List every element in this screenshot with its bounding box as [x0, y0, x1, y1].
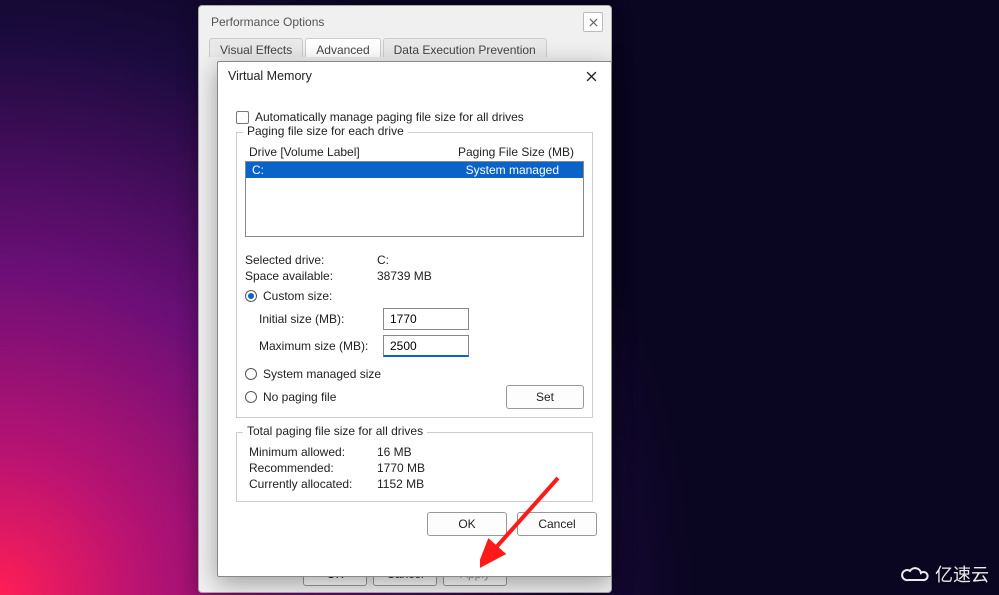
tab-visual-effects[interactable]: Visual Effects: [209, 38, 303, 57]
parent-titlebar: Performance Options: [199, 6, 611, 38]
auto-manage-checkbox[interactable]: [236, 111, 249, 124]
no-paging-radio[interactable]: [245, 391, 257, 403]
system-managed-radio[interactable]: [245, 368, 257, 380]
dialog-titlebar: Virtual Memory: [218, 62, 611, 90]
drive-row[interactable]: C: System managed: [246, 162, 583, 178]
drives-legend: Paging file size for each drive: [243, 124, 408, 138]
selected-drive-label: Selected drive:: [245, 253, 377, 267]
parent-title: Performance Options: [211, 15, 324, 29]
drives-groupbox: Paging file size for each drive Drive [V…: [236, 132, 593, 418]
virtual-memory-dialog: Virtual Memory Automatically manage pagi…: [217, 61, 612, 577]
recommended-label: Recommended:: [245, 461, 377, 475]
auto-manage-label: Automatically manage paging file size fo…: [255, 110, 524, 124]
parent-tabs: Visual Effects Advanced Data Execution P…: [199, 38, 611, 57]
no-paging-label: No paging file: [263, 390, 336, 404]
initial-size-label: Initial size (MB):: [259, 312, 373, 326]
dialog-body: Automatically manage paging file size fo…: [218, 90, 611, 502]
drive-list[interactable]: C: System managed: [245, 161, 584, 237]
maximum-size-label: Maximum size (MB):: [259, 339, 373, 353]
recommended-value: 1770 MB: [377, 461, 425, 475]
currently-allocated-value: 1152 MB: [377, 477, 424, 491]
watermark-text: 亿速云: [935, 561, 989, 587]
space-available-row: Space available: 38739 MB: [245, 269, 584, 283]
initial-size-input[interactable]: [383, 308, 469, 330]
system-managed-option[interactable]: System managed size: [245, 367, 584, 381]
drive-size: System managed: [432, 163, 577, 177]
currently-allocated-label: Currently allocated:: [245, 477, 377, 491]
selected-drive-row: Selected drive: C:: [245, 253, 584, 267]
cloud-icon: [899, 563, 929, 585]
custom-size-option[interactable]: Custom size:: [245, 289, 584, 303]
parent-close-button[interactable]: [583, 12, 603, 32]
header-size: Paging File Size (MB): [429, 145, 580, 159]
maximum-size-input[interactable]: [383, 335, 469, 357]
ok-button[interactable]: OK: [427, 512, 507, 536]
maximum-size-row: Maximum size (MB):: [259, 335, 584, 357]
dialog-close-button[interactable]: [577, 66, 605, 86]
header-drive: Drive [Volume Label]: [249, 145, 429, 159]
desktop-background: Performance Options Visual Effects Advan…: [0, 0, 999, 595]
tab-data-execution-prevention[interactable]: Data Execution Prevention: [383, 38, 547, 57]
tab-advanced[interactable]: Advanced: [305, 38, 380, 57]
custom-size-label: Custom size:: [263, 289, 332, 303]
drive-list-header: Drive [Volume Label] Paging File Size (M…: [245, 143, 584, 161]
recommended-row: Recommended: 1770 MB: [245, 461, 584, 475]
close-icon: [586, 71, 597, 82]
totals-legend: Total paging file size for all drives: [243, 424, 427, 438]
close-icon: [589, 18, 598, 27]
set-button[interactable]: Set: [506, 385, 584, 409]
minimum-allowed-row: Minimum allowed: 16 MB: [245, 445, 584, 459]
space-available-value: 38739 MB: [377, 269, 432, 283]
currently-allocated-row: Currently allocated: 1152 MB: [245, 477, 584, 491]
minimum-allowed-label: Minimum allowed:: [245, 445, 377, 459]
initial-size-row: Initial size (MB):: [259, 308, 584, 330]
space-available-label: Space available:: [245, 269, 377, 283]
custom-size-radio[interactable]: [245, 290, 257, 302]
minimum-allowed-value: 16 MB: [377, 445, 412, 459]
no-paging-option[interactable]: No paging file: [245, 390, 506, 404]
cancel-button[interactable]: Cancel: [517, 512, 597, 536]
dialog-title: Virtual Memory: [228, 69, 312, 83]
dialog-button-row: OK Cancel: [218, 502, 611, 548]
totals-groupbox: Total paging file size for all drives Mi…: [236, 432, 593, 502]
selected-drive-value: C:: [377, 253, 389, 267]
auto-manage-row: Automatically manage paging file size fo…: [236, 110, 593, 124]
watermark: 亿速云: [899, 561, 989, 587]
drive-name: C:: [252, 163, 432, 177]
system-managed-label: System managed size: [263, 367, 381, 381]
